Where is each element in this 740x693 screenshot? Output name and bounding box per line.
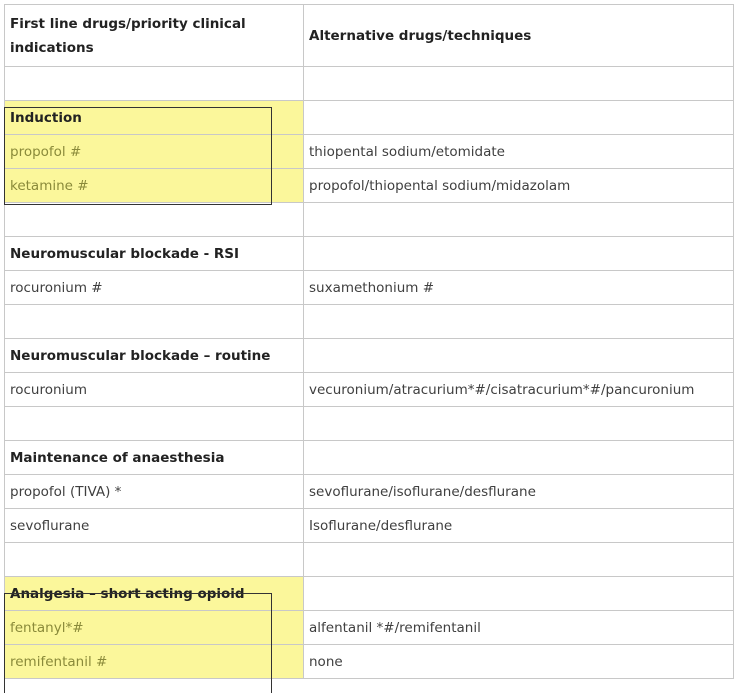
table-header-row: First line drugs/priority clinical indic… [4,4,734,67]
cell-first-line: remifentanil # [4,644,304,679]
cell-alternative: vecuronium/atracurium*#/cisatracurium*#/… [303,372,734,407]
cell-alternative: propofol/thiopental sodium/midazolam [303,168,734,203]
cell-alternative: alfentanil *#/remifentanil [303,610,734,645]
cell-first-line: rocuronium # [4,270,304,305]
cell-alternative: thiopental sodium/etomidate [303,134,734,169]
table-row: rocuronium vecuronium/atracurium*#/cisat… [4,372,734,407]
section-row-maintenance: Maintenance of anaesthesia [4,440,734,475]
section-label: Analgesia – short acting opioid [4,576,304,611]
cell-first-line [4,66,304,101]
section-label: Neuromuscular blockade - RSI [4,236,304,271]
cell-alternative [303,304,734,339]
table-row: sevoflurane Isoflurane/desflurane [4,508,734,543]
cell-first-line: rocuronium [4,372,304,407]
section-label: Maintenance of anaesthesia [4,440,304,475]
cell-first-line [4,304,304,339]
cell-first-line: propofol (TIVA) * [4,474,304,509]
header-alternative-drugs: Alternative drugs/techniques [303,4,734,67]
cell-first-line [4,406,304,441]
table-row-blank [4,406,734,441]
table-row: ketamine # propofol/thiopental sodium/mi… [4,168,734,203]
section-label: Neuromuscular blockade – routine [4,338,304,373]
section-row-neuromuscular-rsi: Neuromuscular blockade - RSI [4,236,734,271]
cell-alternative [303,236,734,271]
table-row-blank [4,202,734,237]
section-row-neuromuscular-routine: Neuromuscular blockade – routine [4,338,734,373]
section-row-analgesia: Analgesia – short acting opioid [4,576,734,611]
cell-alternative [303,338,734,373]
cell-first-line [4,542,304,577]
table-row: propofol (TIVA) * sevoflurane/isoflurane… [4,474,734,509]
cell-alternative: Isoflurane/desflurane [303,508,734,543]
cell-alternative [303,576,734,611]
table-row: rocuronium # suxamethonium # [4,270,734,305]
cell-first-line: propofol # [4,134,304,169]
cell-first-line: ketamine # [4,168,304,203]
table-row: propofol # thiopental sodium/etomidate [4,134,734,169]
cell-alternative [303,100,734,135]
cell-alternative [303,406,734,441]
cell-first-line [4,202,304,237]
header-first-line-drugs: First line drugs/priority clinical indic… [4,4,304,67]
table-row: fentanyl*# alfentanil *#/remifentanil [4,610,734,645]
section-row-induction: Induction [4,100,734,135]
cell-alternative [303,542,734,577]
table-row: remifentanil # none [4,644,734,679]
cell-alternative: sevoflurane/isoflurane/desflurane [303,474,734,509]
cell-alternative: none [303,644,734,679]
table-row-blank [4,542,734,577]
cell-alternative: suxamethonium # [303,270,734,305]
section-label: Induction [4,100,304,135]
cell-alternative [303,440,734,475]
cell-first-line: sevoflurane [4,508,304,543]
table-row-blank [4,304,734,339]
drug-table: First line drugs/priority clinical indic… [4,4,734,679]
table-row-blank [4,66,734,101]
cell-alternative [303,202,734,237]
cell-first-line: fentanyl*# [4,610,304,645]
cell-alternative [303,66,734,101]
